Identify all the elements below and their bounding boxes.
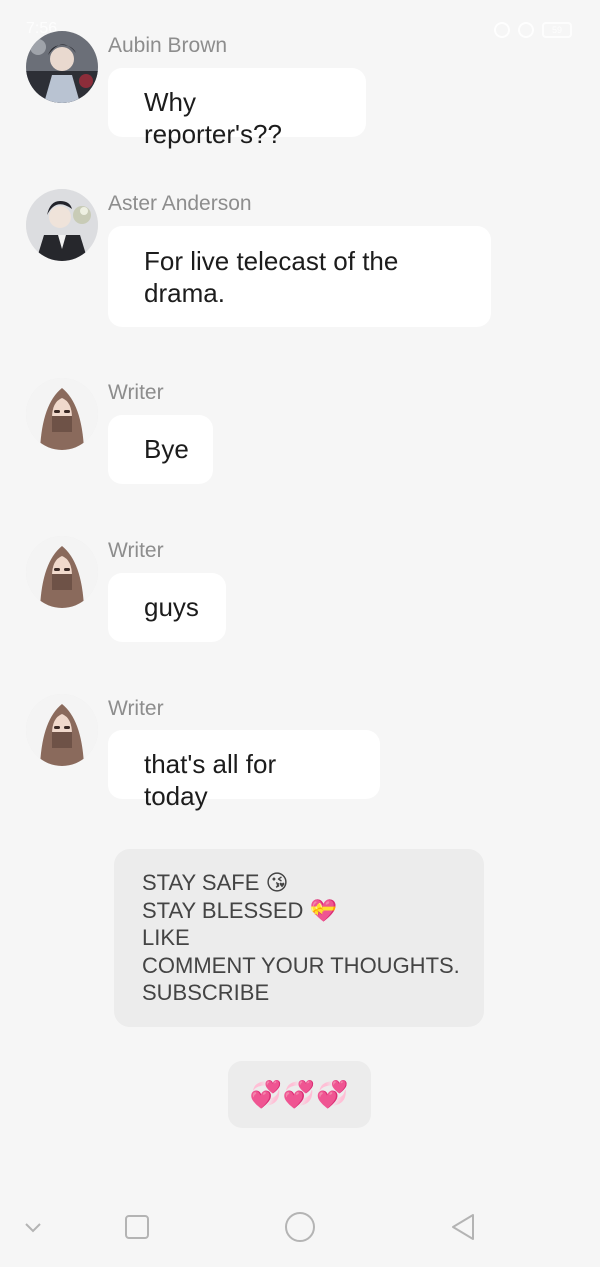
avatar[interactable] <box>26 31 98 103</box>
sim-icon <box>518 22 534 38</box>
suit-avatar-image <box>26 189 98 261</box>
hijab-avatar-image <box>26 694 98 766</box>
sender-name: Aster Anderson <box>108 192 252 215</box>
message-text: Bye <box>144 434 189 464</box>
notice-line: STAY SAFE 😘 <box>142 870 289 895</box>
hijab-avatar-image <box>26 536 98 608</box>
status-icons: 59 <box>494 22 572 38</box>
sender-name: Aubin Brown <box>108 34 228 57</box>
sender-name: Writer <box>108 539 164 562</box>
message-bubble[interactable]: guys <box>108 573 226 642</box>
notice-line: STAY BLESSED 💝 <box>142 897 337 923</box>
message-text: guys <box>144 592 199 622</box>
message-bubble[interactable]: that's all for today <box>108 730 380 811</box>
hearts-emoji: 💞💞💞 <box>249 1079 350 1109</box>
avatar[interactable] <box>26 378 98 450</box>
navigation-bar <box>0 1185 600 1267</box>
message-bubble[interactable]: Why reporter's?? <box>108 68 366 149</box>
boy-avatar-image <box>26 31 98 103</box>
notice-line: SUBSCRIBE <box>142 980 270 1005</box>
hearts-bubble[interactable]: 💞💞💞 <box>228 1061 371 1128</box>
sender-name: Writer <box>108 697 164 720</box>
hijab-avatar-image <box>26 378 98 450</box>
message-bubble[interactable]: For live telecast of the drama. <box>108 226 491 327</box>
avatar[interactable] <box>26 694 98 766</box>
battery-icon: 59 <box>542 22 572 38</box>
avatar[interactable] <box>26 189 98 261</box>
chevron-down-icon[interactable] <box>17 1211 49 1243</box>
back-icon[interactable] <box>447 1211 479 1243</box>
message-text: For live telecast of the drama. <box>144 246 399 308</box>
notice-line: COMMENT YOUR THOUGHTS. <box>142 952 460 978</box>
message-bubble[interactable]: Bye <box>108 415 213 484</box>
sender-name: Writer <box>108 381 164 404</box>
message-text: Why reporter's?? <box>144 87 282 149</box>
notice-card[interactable]: STAY SAFE 😘 STAY BLESSED 💝 LIKE COMMENT … <box>114 849 484 1027</box>
notice-line: LIKE <box>142 925 190 950</box>
avatar[interactable] <box>26 536 98 608</box>
message-text: that's all for today <box>144 749 277 811</box>
location-icon <box>494 22 510 38</box>
home-icon[interactable] <box>284 1211 316 1243</box>
recent-apps-icon[interactable] <box>121 1211 153 1243</box>
